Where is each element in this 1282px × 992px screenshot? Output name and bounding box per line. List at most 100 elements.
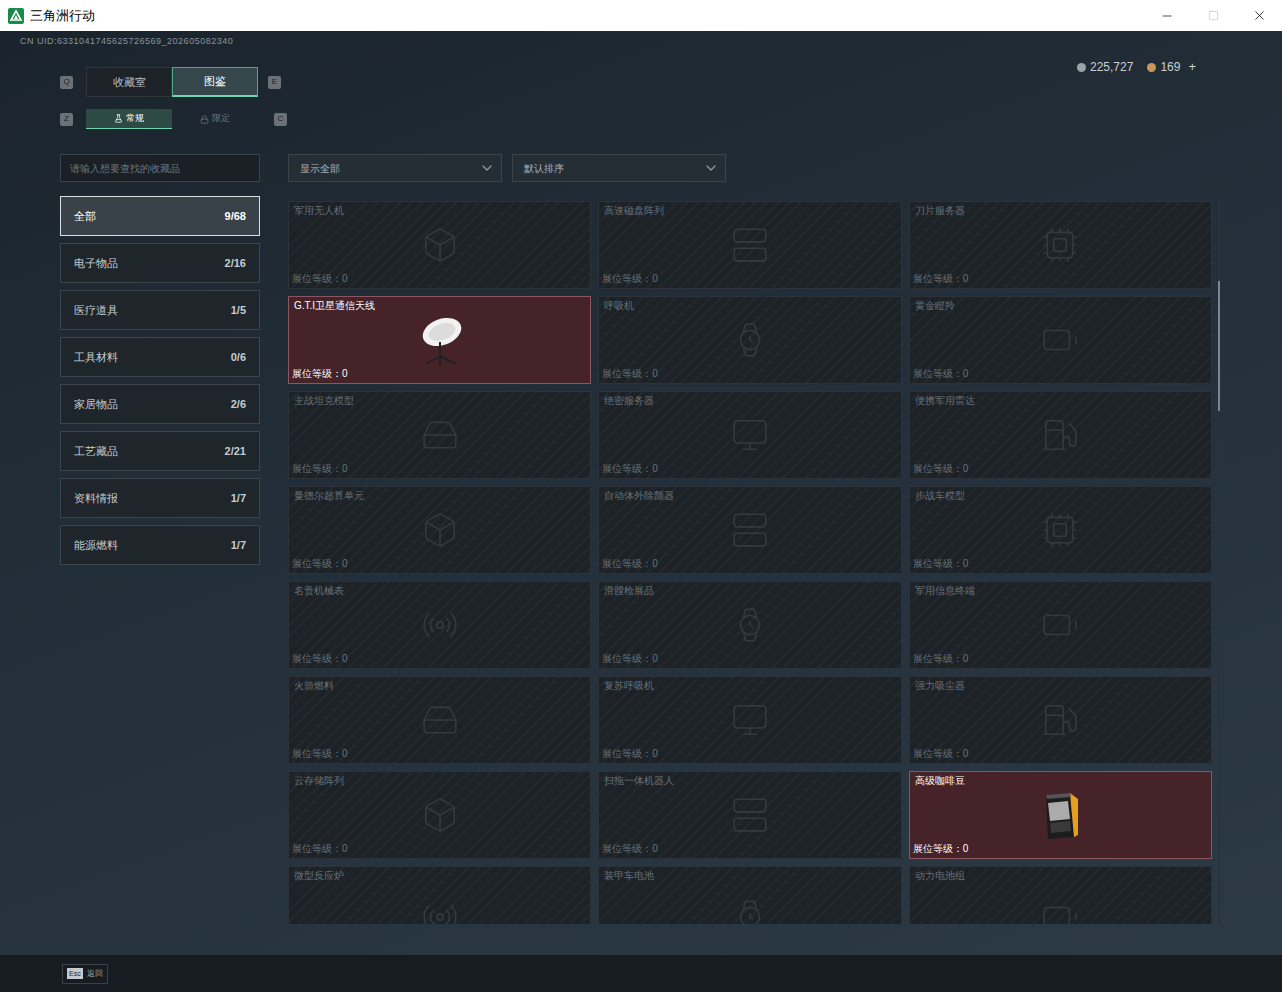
booth-level: 展位等级：0 xyxy=(913,557,1208,571)
category-item[interactable]: 工艺藏品2/21 xyxy=(60,431,260,471)
main-tab[interactable]: 图鉴 xyxy=(172,67,258,97)
booth-level: 展位等级：0 xyxy=(292,462,587,476)
sub-tab[interactable]: 限定 xyxy=(172,109,258,129)
collection-card[interactable]: 滑膛枪展品展位等级：0 xyxy=(598,581,901,669)
collection-card[interactable]: 曼德尔超算单元展位等级：0 xyxy=(288,486,591,574)
filter-dropdown[interactable]: 显示全部 xyxy=(288,154,502,182)
lock-icon xyxy=(200,115,209,124)
category-item[interactable]: 医疗道具1/5 xyxy=(60,290,260,330)
card-title: 步战车模型 xyxy=(913,489,1208,503)
card-title: 绝密服务器 xyxy=(602,394,897,408)
sidebar: 请输入想要查找的收藏品全部9/68 电子物品2/16 医疗道具1/5 工具材料0/6 家… xyxy=(60,154,260,924)
collection-card[interactable]: 高速磁盘阵列展位等级：0 xyxy=(598,201,901,289)
collection-card[interactable]: 高级咖啡豆展位等级：0 xyxy=(909,771,1212,859)
collection-card[interactable]: G.T.I卫星通信天线展位等级：0 xyxy=(288,296,591,384)
collection-card[interactable]: 云存储阵列展位等级：0 xyxy=(288,771,591,859)
collection-card[interactable]: 便携军用雷达展位等级：0 xyxy=(909,391,1212,479)
item-silhouette-icon xyxy=(731,701,769,739)
booth-level: 展位等级：0 xyxy=(913,842,1208,856)
esc-key: Esc xyxy=(67,968,83,979)
category-item[interactable]: 资料情报1/7 xyxy=(60,478,260,518)
collection-card[interactable]: 刀片服务器展位等级：0 xyxy=(909,201,1212,289)
chevron-down-icon xyxy=(479,160,495,176)
item-silhouette-icon xyxy=(731,796,769,834)
collection-card[interactable]: 微型反应炉 xyxy=(288,866,591,924)
booth-level: 展位等级：0 xyxy=(602,652,897,666)
booth-level: 展位等级：0 xyxy=(913,747,1208,761)
card-title: 云存储阵列 xyxy=(292,774,587,788)
card-title: 高速磁盘阵列 xyxy=(602,204,897,218)
collection-card[interactable]: 军用信息终端展位等级：0 xyxy=(909,581,1212,669)
collection-card[interactable]: 自动体外除颤器展位等级：0 xyxy=(598,486,901,574)
item-silhouette-icon xyxy=(731,606,769,644)
item-silhouette-icon xyxy=(1041,606,1079,644)
collection-card[interactable]: 名贵机械表展位等级：0 xyxy=(288,581,591,669)
search-field[interactable]: 请输入想要查找的收藏品 xyxy=(60,154,260,182)
add-currency-button[interactable]: + xyxy=(1188,57,1196,77)
category-item[interactable]: 工具材料0/6 xyxy=(60,337,260,377)
item-silhouette-icon xyxy=(421,606,459,644)
collection-card[interactable]: 绝密服务器展位等级：0 xyxy=(598,391,901,479)
collection-card[interactable]: 主战坦克模型展位等级：0 xyxy=(288,391,591,479)
currency: 225,727 xyxy=(1077,58,1133,76)
key-hint: Q xyxy=(60,76,73,89)
item-silhouette-icon xyxy=(731,511,769,549)
collection-card[interactable]: 强力吸尘器展位等级：0 xyxy=(909,676,1212,764)
item-silhouette-icon xyxy=(1041,321,1079,359)
collection-card[interactable]: 火箭燃料展位等级：0 xyxy=(288,676,591,764)
footer-bar: Esc返回 xyxy=(0,955,1282,992)
satellite-antenna-icon xyxy=(412,312,468,368)
item-silhouette-icon xyxy=(731,226,769,264)
maximize-button[interactable] xyxy=(1190,0,1236,31)
category-item[interactable]: 家居物品2/6 xyxy=(60,384,260,424)
app-logo-icon xyxy=(8,8,24,24)
close-button[interactable] xyxy=(1236,0,1282,31)
scrollbar[interactable] xyxy=(1218,201,1220,924)
category-item[interactable]: 能源燃料1/7 xyxy=(60,525,260,565)
coffee-bag-icon xyxy=(1040,789,1080,841)
window-title: 三角洲行动 xyxy=(30,6,95,26)
card-title: 呼吸机 xyxy=(602,299,897,313)
main-area: CN UID:6331041745625726569_202605082340 Q… xyxy=(0,31,1282,955)
card-title: 扫拖一体机器人 xyxy=(602,774,897,788)
flask-icon xyxy=(114,114,123,123)
item-silhouette-icon xyxy=(1041,511,1079,549)
card-title: 曼德尔超算单元 xyxy=(292,489,587,503)
collection-card[interactable]: 军用无人机展位等级：0 xyxy=(288,201,591,289)
item-silhouette-icon xyxy=(421,416,459,454)
card-title: 便携军用雷达 xyxy=(913,394,1208,408)
collection-card[interactable]: 动力电池组 xyxy=(909,866,1212,924)
collection-card[interactable]: 装甲车电池 xyxy=(598,866,901,924)
back-button[interactable]: Esc返回 xyxy=(62,964,108,984)
booth-level: 展位等级：0 xyxy=(913,652,1208,666)
booth-level: 展位等级：0 xyxy=(292,557,587,571)
collection-card[interactable]: 扫拖一体机器人展位等级：0 xyxy=(598,771,901,859)
collection-card[interactable]: 呼吸机展位等级：0 xyxy=(598,296,901,384)
card-title: G.T.I卫星通信天线 xyxy=(292,299,587,313)
minimize-button[interactable] xyxy=(1144,0,1190,31)
booth-level: 展位等级：0 xyxy=(602,557,897,571)
collection-card[interactable]: 黄金瞪羚展位等级：0 xyxy=(909,296,1212,384)
card-title: 主战坦克模型 xyxy=(292,394,587,408)
main-tab[interactable]: 收藏室 xyxy=(86,67,172,97)
item-silhouette-icon xyxy=(1041,898,1079,924)
currency: 169+ xyxy=(1147,57,1196,77)
uid-label: CN UID:6331041745625726569_202605082340 xyxy=(0,31,1282,51)
card-title: 滑膛枪展品 xyxy=(602,584,897,598)
collection-card[interactable]: 复苏呼吸机展位等级：0 xyxy=(598,676,901,764)
category-item[interactable]: 电子物品2/16 xyxy=(60,243,260,283)
sub-tab[interactable]: 常规 xyxy=(86,109,172,129)
scrollbar-thumb[interactable] xyxy=(1218,281,1220,411)
booth-level: 展位等级：0 xyxy=(602,272,897,286)
item-silhouette-icon xyxy=(421,226,459,264)
minimize-icon xyxy=(1160,9,1174,23)
item-silhouette-icon xyxy=(421,511,459,549)
close-icon xyxy=(1252,8,1267,23)
category-item[interactable]: 全部9/68 xyxy=(60,196,260,236)
item-silhouette-icon xyxy=(421,796,459,834)
booth-level: 展位等级：0 xyxy=(292,367,587,381)
booth-level: 展位等级：0 xyxy=(913,272,1208,286)
item-silhouette-icon xyxy=(421,898,459,924)
collection-card[interactable]: 步战车模型展位等级：0 xyxy=(909,486,1212,574)
filter-dropdown[interactable]: 默认排序 xyxy=(512,154,726,182)
